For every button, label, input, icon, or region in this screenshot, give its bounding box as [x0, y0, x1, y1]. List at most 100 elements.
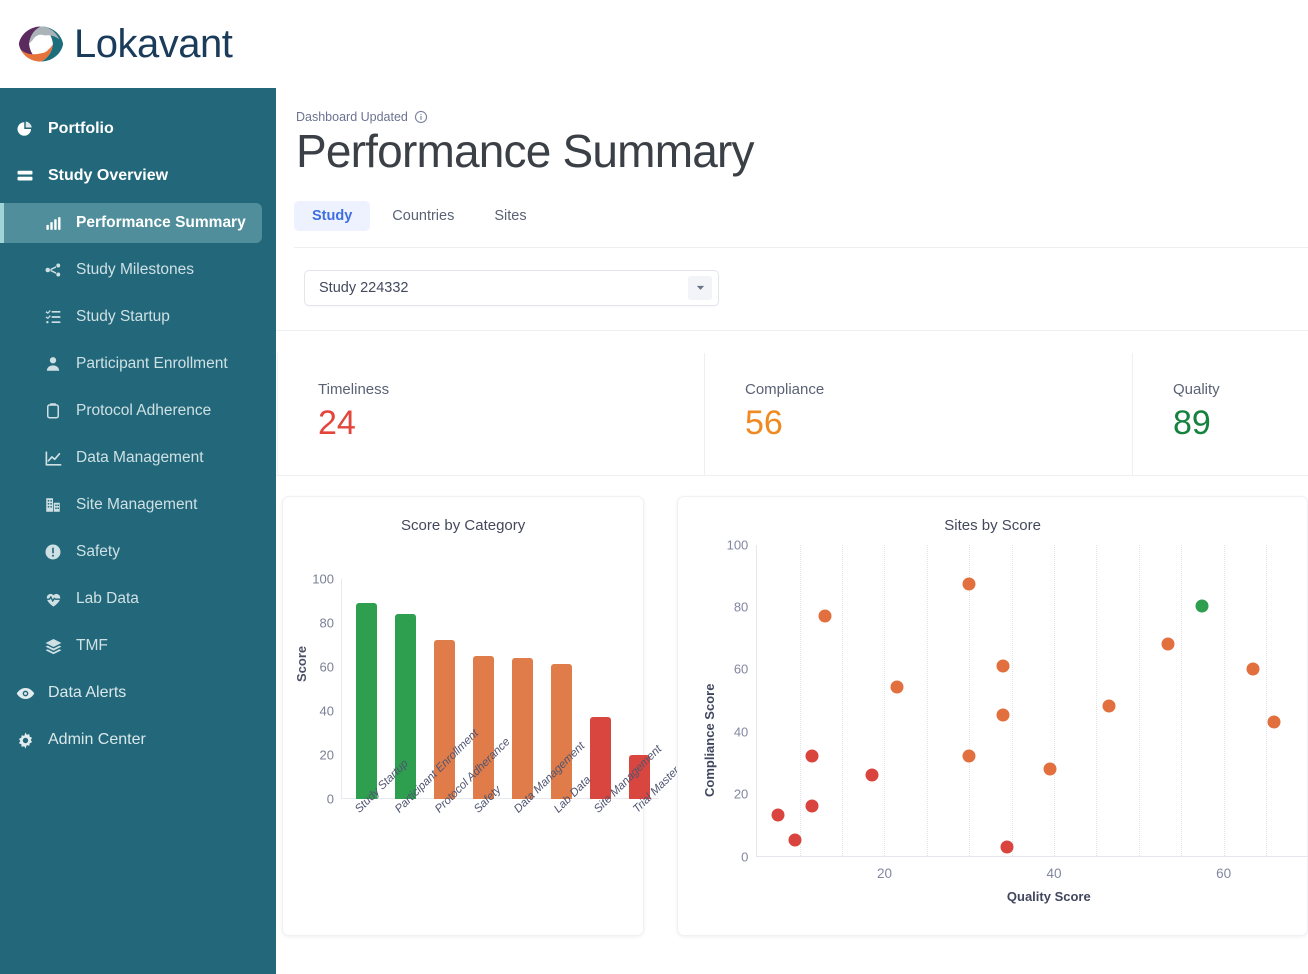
info-circle-icon[interactable]	[414, 110, 428, 124]
kpi-value: 24	[318, 406, 704, 440]
bar-chart-x-tick-label: Protocol Adherance	[427, 803, 467, 923]
bar-chart-plot-area: 020406080100	[341, 579, 659, 799]
bar-chart-x-tick-label: Safety	[466, 803, 506, 923]
milestones-icon	[42, 259, 64, 281]
sidebar-item-tmf[interactable]: TMF	[0, 626, 262, 666]
kpi-value: 56	[745, 406, 1132, 440]
scatter-x-tick: 20	[877, 866, 892, 881]
scatter-point[interactable]	[891, 681, 904, 694]
brand-logo[interactable]: Lokavant	[18, 21, 232, 67]
scatter-gridline	[1266, 545, 1267, 856]
sidebar: Portfolio Study Overview Performance Sum…	[0, 88, 276, 974]
heartbeat-icon	[42, 588, 64, 610]
scatter-point[interactable]	[865, 768, 878, 781]
scatter-y-tick: 40	[734, 724, 748, 739]
sidebar-item-label: Study Overview	[48, 167, 168, 185]
sidebar-item-admin-center[interactable]: Admin Center	[0, 720, 262, 760]
sidebar-item-label: Data Management	[76, 449, 204, 467]
bar-chart-y-axis	[341, 579, 342, 799]
bar-chart-x-tick-label: Data Management	[506, 803, 546, 923]
scatter-point[interactable]	[806, 750, 819, 763]
scatter-gridline	[884, 545, 885, 856]
stack-icon	[42, 635, 64, 657]
sidebar-item-label: Admin Center	[48, 731, 146, 749]
tab-study[interactable]: Study	[294, 201, 370, 231]
scatter-point[interactable]	[997, 709, 1010, 722]
bar-chart-x-tick-label: Site Management	[586, 803, 626, 923]
checklist-icon	[42, 306, 64, 328]
scatter-y-tick: 100	[727, 537, 749, 552]
scatter-chart-title: Sites by Score	[678, 497, 1307, 534]
bar-chart-y-tick: 100	[312, 571, 334, 586]
eye-icon	[14, 682, 36, 704]
score-by-category-card: Score by Category Score 020406080100 Stu…	[282, 496, 644, 936]
page-header: Dashboard Updated Performance Summary St…	[276, 88, 1308, 248]
kpi-card-quality: Quality 89	[1133, 353, 1308, 475]
scatter-point[interactable]	[963, 578, 976, 591]
bar-chart-y-tick: 80	[320, 615, 334, 630]
scatter-y-tick: 80	[734, 599, 748, 614]
sidebar-item-lab-data[interactable]: Lab Data	[0, 579, 262, 619]
bar-chart-x-tick-label: Trial Master File	[625, 803, 665, 923]
scatter-y-tick: 0	[741, 849, 748, 864]
bar-chart-y-axis-label: Score	[294, 645, 309, 681]
sidebar-item-study-startup[interactable]: Study Startup	[0, 297, 262, 337]
gear-icon	[14, 729, 36, 751]
bar-column[interactable]	[503, 579, 542, 799]
bar[interactable]	[512, 658, 533, 799]
person-icon	[42, 353, 64, 375]
chevron-down-icon[interactable]	[688, 276, 712, 300]
scatter-point[interactable]	[1001, 840, 1014, 853]
scatter-point[interactable]	[772, 809, 785, 822]
tab-sites[interactable]: Sites	[476, 201, 544, 231]
scatter-gridline	[842, 545, 843, 856]
sidebar-item-label: Lab Data	[76, 590, 139, 608]
scatter-point[interactable]	[1162, 637, 1175, 650]
dashboard-updated-label: Dashboard Updated	[296, 110, 408, 124]
scatter-point[interactable]	[1043, 762, 1056, 775]
scatter-x-axis-label: Quality Score	[756, 889, 1308, 904]
scatter-gridline	[1181, 545, 1182, 856]
sidebar-item-data-management[interactable]: Data Management	[0, 438, 262, 478]
sidebar-item-site-management[interactable]: Site Management	[0, 485, 262, 525]
sidebar-item-protocol-adherence[interactable]: Protocol Adherence	[0, 391, 262, 431]
scatter-gridline	[969, 545, 970, 856]
bar-column[interactable]	[581, 579, 620, 799]
sidebar-item-safety[interactable]: Safety	[0, 532, 262, 572]
bar[interactable]	[590, 717, 611, 798]
dashboard-updated-row: Dashboard Updated	[296, 110, 1308, 124]
scatter-point[interactable]	[1196, 600, 1209, 613]
scatter-point[interactable]	[1103, 700, 1116, 713]
scatter-point[interactable]	[997, 659, 1010, 672]
bar-chart-y-tick: 40	[320, 703, 334, 718]
scatter-point[interactable]	[1268, 715, 1281, 728]
sidebar-item-label: Study Startup	[76, 308, 170, 326]
bar-chart-title: Score by Category	[283, 497, 643, 534]
scatter-point[interactable]	[819, 609, 832, 622]
bar[interactable]	[356, 603, 377, 799]
pie-chart-icon	[14, 118, 36, 140]
bar-column[interactable]	[347, 579, 386, 799]
kpi-label: Quality	[1173, 381, 1308, 398]
scatter-point[interactable]	[963, 750, 976, 763]
kpi-card-timeliness: Timeliness 24	[277, 353, 705, 475]
sidebar-item-data-alerts[interactable]: Data Alerts	[0, 673, 262, 713]
scatter-gridline	[927, 545, 928, 856]
sidebar-item-performance-summary[interactable]: Performance Summary	[0, 203, 262, 243]
scatter-point[interactable]	[789, 834, 802, 847]
tab-countries[interactable]: Countries	[374, 201, 472, 231]
scatter-gridline	[1139, 545, 1140, 856]
sidebar-item-study-milestones[interactable]: Study Milestones	[0, 250, 262, 290]
lokavant-logo-icon	[18, 21, 64, 67]
scatter-point[interactable]	[806, 799, 819, 812]
kpi-label: Timeliness	[318, 381, 704, 398]
sidebar-item-study-overview[interactable]: Study Overview	[0, 156, 262, 196]
sidebar-item-participant-enrollment[interactable]: Participant Enrollment	[0, 344, 262, 384]
scatter-gridline	[800, 545, 801, 856]
sidebar-item-portfolio[interactable]: Portfolio	[0, 109, 262, 149]
alert-circle-icon	[42, 541, 64, 563]
study-select[interactable]: Study 224332	[304, 270, 719, 306]
bar-chart-y-tick: 0	[327, 791, 334, 806]
scatter-point[interactable]	[1247, 662, 1260, 675]
scatter-x-tick: 40	[1047, 866, 1062, 881]
